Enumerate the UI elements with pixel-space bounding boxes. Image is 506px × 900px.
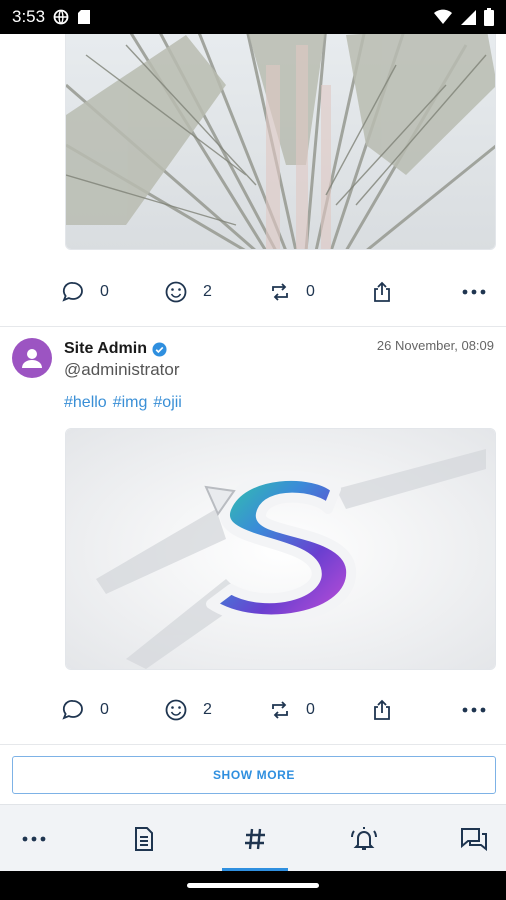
chat-icon — [461, 827, 487, 851]
comment-count: 0 — [100, 701, 109, 718]
feed[interactable]: 0 2 0 Site Admin @administrator 26 Novem… — [0, 34, 506, 804]
share-icon — [374, 699, 390, 720]
system-gesture-bar — [0, 871, 506, 900]
verified-badge-icon — [152, 341, 167, 357]
author-name[interactable]: Site Admin — [64, 340, 147, 358]
post-image[interactable] — [65, 428, 496, 670]
battery-icon — [484, 8, 494, 26]
reaction-action[interactable]: 2 — [165, 272, 212, 312]
nav-hashtags[interactable] — [225, 805, 285, 872]
repost-action[interactable]: 0 — [270, 272, 315, 312]
show-more-button[interactable]: SHOW MORE — [12, 756, 496, 794]
palm-photo-illustration — [66, 34, 495, 249]
home-gesture-handle[interactable] — [187, 883, 319, 888]
post-date: 26 November, 08:09 — [376, 338, 494, 353]
share-icon — [374, 281, 390, 302]
repost-icon — [272, 701, 288, 719]
share-button[interactable] — [372, 272, 392, 312]
nav-messages[interactable] — [444, 805, 504, 872]
share-button[interactable] — [372, 690, 392, 730]
reaction-count: 2 — [203, 701, 212, 718]
app-screen: 3:53 0 2 0 Site Admin @administrator 26 … — [0, 0, 506, 900]
repost-count: 0 — [306, 283, 315, 300]
signal-icon — [461, 10, 476, 25]
nav-documents[interactable] — [114, 805, 174, 872]
wifi-icon — [434, 9, 452, 24]
post-header: Site Admin @administrator 26 November, 0… — [0, 326, 506, 386]
user-avatar-icon — [22, 349, 42, 368]
sd-card-icon — [78, 10, 91, 24]
more-dots-icon — [462, 289, 486, 295]
comment-icon — [62, 700, 83, 720]
post-image[interactable] — [65, 34, 496, 250]
status-time: 3:53 — [12, 7, 46, 26]
repost-count: 0 — [306, 701, 315, 718]
hashtag-link[interactable]: #hello — [64, 394, 107, 412]
comment-icon — [62, 282, 83, 302]
hashtag-icon — [245, 828, 265, 849]
post-divider — [0, 744, 506, 745]
more-options-button[interactable] — [462, 272, 486, 312]
document-icon — [135, 826, 153, 851]
post-hashtags: #hello #img #ojii — [64, 394, 182, 412]
post-actions: 0 2 0 — [0, 272, 506, 312]
author-row: Site Admin — [64, 340, 167, 358]
smiley-icon — [165, 281, 187, 303]
avatar[interactable] — [12, 338, 52, 378]
author-handle[interactable]: @administrator — [64, 360, 180, 380]
repost-icon — [272, 283, 288, 301]
bell-alert-icon — [351, 826, 377, 850]
comment-action[interactable]: 0 — [62, 690, 109, 730]
post-actions: 0 2 0 — [0, 690, 506, 730]
more-dots-icon — [462, 707, 486, 713]
status-bar: 3:53 — [0, 0, 506, 34]
hashtag-link[interactable]: #ojii — [153, 394, 181, 412]
reaction-action[interactable]: 2 — [165, 690, 212, 730]
more-options-button[interactable] — [462, 690, 486, 730]
reaction-count: 2 — [203, 283, 212, 300]
comment-count: 0 — [100, 283, 109, 300]
repost-action[interactable]: 0 — [270, 690, 315, 730]
hashtag-link[interactable]: #img — [113, 394, 148, 412]
more-dots-icon — [22, 836, 46, 841]
vpn-globe-icon — [53, 9, 69, 25]
comment-action[interactable]: 0 — [62, 272, 109, 312]
s-logo-illustration — [66, 429, 495, 669]
nav-more[interactable] — [4, 805, 64, 872]
nav-notifications[interactable] — [334, 805, 394, 872]
smiley-icon — [165, 699, 187, 721]
bottom-navigation — [0, 804, 506, 872]
